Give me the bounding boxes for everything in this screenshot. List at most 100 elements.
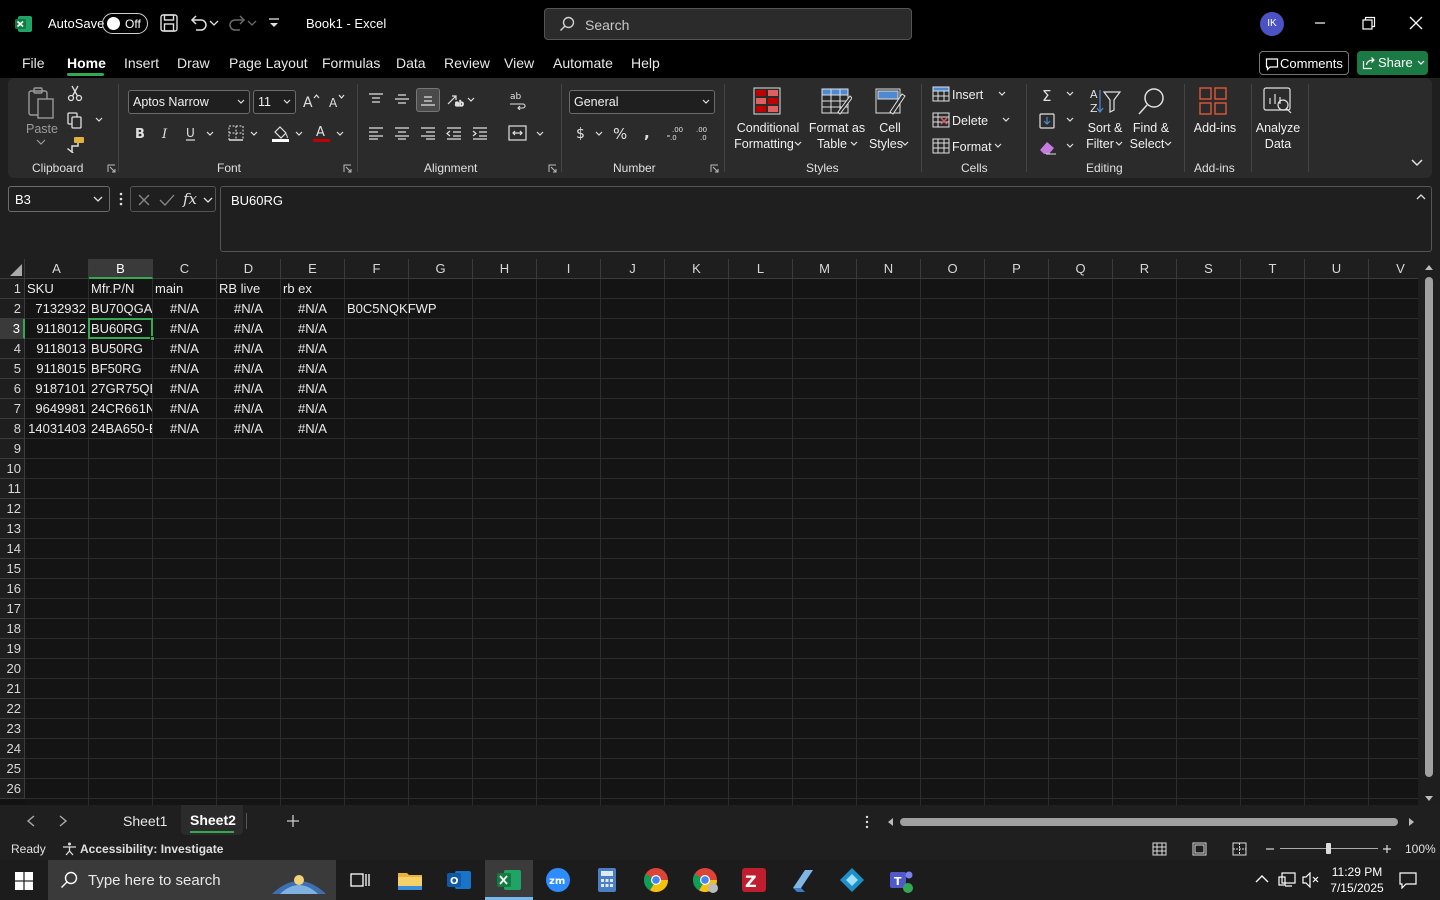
chrome-profile-icon[interactable] xyxy=(691,866,719,894)
row-header-16[interactable]: 16 xyxy=(0,579,25,599)
cell-b2[interactable]: BU70QGA xyxy=(89,299,152,319)
cell-a5[interactable]: 9118015 xyxy=(25,359,88,379)
cell-b8[interactable]: 24BA650-E xyxy=(89,419,152,439)
autosum-icon[interactable]: Σ xyxy=(1040,86,1056,104)
row-header-15[interactable]: 15 xyxy=(0,559,25,579)
font-family-select[interactable]: Aptos Narrow xyxy=(128,90,250,114)
underline-icon[interactable]: U xyxy=(183,124,199,142)
cell-d2[interactable]: #N/A xyxy=(217,299,280,319)
underline-dropdown-icon[interactable] xyxy=(205,130,215,138)
paste-icon[interactable] xyxy=(26,86,56,122)
column-header-h[interactable]: H xyxy=(473,259,537,279)
row-header-10[interactable]: 10 xyxy=(0,459,25,479)
cell-b1[interactable]: Mfr.P/N xyxy=(89,279,152,299)
minimize-icon[interactable] xyxy=(1309,12,1331,34)
align-middle-icon[interactable] xyxy=(394,92,410,106)
format-cells-icon[interactable] xyxy=(932,138,950,154)
percent-icon[interactable]: % xyxy=(612,124,630,142)
zoom-in-icon[interactable] xyxy=(1382,843,1392,855)
cell-e2[interactable]: #N/A xyxy=(281,299,344,319)
restore-icon[interactable] xyxy=(1357,12,1379,34)
cell-a4[interactable]: 9118013 xyxy=(25,339,88,359)
row-header-2[interactable]: 2 xyxy=(0,299,25,319)
fill-handle[interactable] xyxy=(150,336,155,341)
font-color-dropdown-icon[interactable] xyxy=(335,130,345,138)
delete-cells-icon[interactable] xyxy=(932,112,950,128)
currency-dropdown-icon[interactable] xyxy=(594,130,604,138)
cell-c2[interactable]: #N/A xyxy=(153,299,216,319)
clear-icon[interactable] xyxy=(1038,138,1058,156)
row-header-14[interactable]: 14 xyxy=(0,539,25,559)
column-header-o[interactable]: O xyxy=(921,259,985,279)
borders-icon[interactable] xyxy=(227,124,245,142)
close-icon[interactable] xyxy=(1405,12,1427,34)
cell-a3[interactable]: 9118012 xyxy=(25,319,88,339)
insert-cells-label[interactable]: Insert xyxy=(952,87,983,103)
comma-style-icon[interactable]: , xyxy=(642,124,654,142)
row-header-18[interactable]: 18 xyxy=(0,619,25,639)
cancel-entry-icon[interactable] xyxy=(137,193,151,207)
cell-d3[interactable]: #N/A xyxy=(217,319,280,339)
calculator-icon[interactable] xyxy=(593,866,621,894)
page-break-view-icon[interactable] xyxy=(1232,842,1247,856)
align-center-icon[interactable] xyxy=(394,126,410,140)
select-all-button[interactable] xyxy=(0,259,25,279)
conditional-formatting-icon[interactable] xyxy=(752,86,782,116)
tab-insert[interactable]: Insert xyxy=(124,55,159,71)
sheet-tab-sheet1[interactable]: Sheet1 xyxy=(123,813,167,829)
system-clock[interactable]: 11:29 PM 7/15/2025 xyxy=(1328,864,1386,896)
format-painter-icon[interactable] xyxy=(66,136,86,154)
row-header-13[interactable]: 13 xyxy=(0,519,25,539)
column-header-e[interactable]: E xyxy=(281,259,345,279)
tab-page-layout[interactable]: Page Layout xyxy=(229,55,308,71)
column-header-q[interactable]: Q xyxy=(1049,259,1113,279)
decrease-decimal-icon[interactable]: .00.0 xyxy=(694,124,716,142)
column-header-j[interactable]: J xyxy=(601,259,665,279)
row-header-12[interactable]: 12 xyxy=(0,499,25,519)
vertical-scroll-thumb[interactable] xyxy=(1425,277,1433,777)
paste-dropdown-icon[interactable] xyxy=(35,138,47,146)
cell-e7[interactable]: #N/A xyxy=(281,399,344,419)
accessibility-icon[interactable] xyxy=(62,842,77,856)
cell-e3[interactable]: #N/A xyxy=(281,319,344,339)
column-header-u[interactable]: U xyxy=(1305,259,1369,279)
align-left-icon[interactable] xyxy=(368,126,384,140)
copy-icon[interactable] xyxy=(66,111,84,129)
insert-function-button[interactable]: fx xyxy=(183,190,197,208)
row-header-5[interactable]: 5 xyxy=(0,359,25,379)
cut-icon[interactable] xyxy=(66,84,84,102)
chrome-icon[interactable] xyxy=(642,866,670,894)
column-header-g[interactable]: G xyxy=(409,259,473,279)
delete-cells-label[interactable]: Delete xyxy=(952,113,988,129)
column-header-n[interactable]: N xyxy=(857,259,921,279)
diamond-app-icon[interactable] xyxy=(838,866,866,894)
font-color-icon[interactable]: A xyxy=(312,123,332,143)
decrease-font-size-icon[interactable]: A xyxy=(328,92,346,110)
row-header-17[interactable]: 17 xyxy=(0,599,25,619)
cell-e4[interactable]: #N/A xyxy=(281,339,344,359)
collapse-formula-bar-icon[interactable] xyxy=(1415,193,1427,201)
new-sheet-icon[interactable] xyxy=(286,814,300,828)
cell-d4[interactable]: #N/A xyxy=(217,339,280,359)
column-header-c[interactable]: C xyxy=(153,259,217,279)
increase-decimal-icon[interactable]: .00.0 xyxy=(666,124,688,142)
scroll-down-icon[interactable] xyxy=(1424,795,1434,803)
column-header-k[interactable]: K xyxy=(665,259,729,279)
undo-icon[interactable] xyxy=(188,12,210,34)
column-header-s[interactable]: S xyxy=(1177,259,1241,279)
next-sheet-icon[interactable] xyxy=(58,815,68,827)
sort-filter-icon[interactable]: A Z xyxy=(1088,86,1122,116)
windows-start-icon[interactable] xyxy=(15,872,33,890)
cell-b6[interactable]: 27GR75QE xyxy=(89,379,152,399)
redo-icon[interactable] xyxy=(226,12,248,34)
network-icon[interactable] xyxy=(1278,872,1296,888)
merge-dropdown-icon[interactable] xyxy=(535,130,545,138)
cell-a6[interactable]: 9187101 xyxy=(25,379,88,399)
font-size-select[interactable]: 11 xyxy=(253,90,296,114)
zoom-out-icon[interactable] xyxy=(1265,843,1275,855)
autosave-toggle[interactable]: Off xyxy=(102,13,148,34)
orientation-dropdown-icon[interactable] xyxy=(466,96,476,104)
cell-a8[interactable]: 14031403 xyxy=(25,419,88,439)
show-hidden-icons-icon[interactable] xyxy=(1255,874,1269,884)
currency-icon[interactable]: $ xyxy=(574,124,588,142)
